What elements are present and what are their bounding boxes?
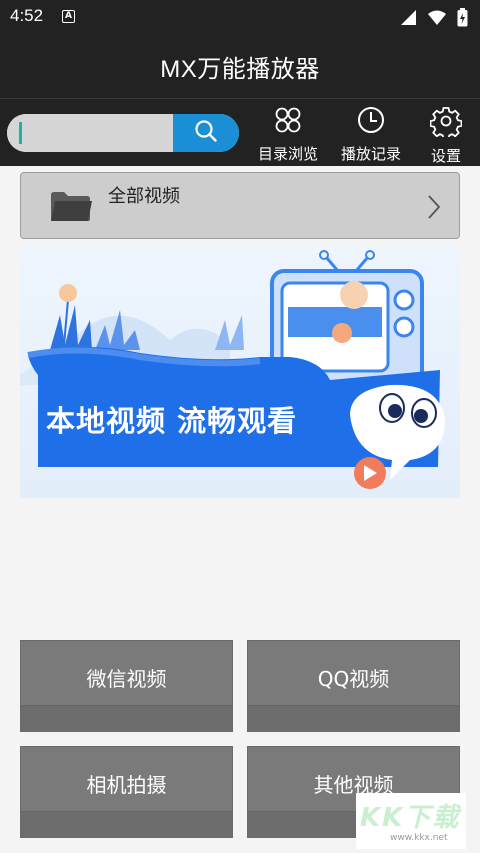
search-icon xyxy=(194,119,218,147)
tile-wechat-videos[interactable]: 微信视频 xyxy=(20,640,233,732)
signal-icon xyxy=(400,9,417,30)
status-bar: 4:52 A xyxy=(0,0,480,34)
play-history-label: 播放记录 xyxy=(340,145,401,163)
tile-qq-videos[interactable]: QQ视频 xyxy=(247,640,460,732)
settings-label: 设置 xyxy=(430,147,461,165)
tile-strip xyxy=(248,705,459,731)
status-time: 4:52 xyxy=(10,6,44,25)
directory-browse-label: 目录浏览 xyxy=(257,145,318,163)
promo-banner[interactable]: 本地视频 流畅观看 xyxy=(20,245,460,498)
status-icons xyxy=(400,8,468,31)
watermark-text: KK下载 xyxy=(360,803,461,833)
battery-icon xyxy=(457,8,468,31)
watermark-logo: KK下载 www.kkx.net xyxy=(356,793,466,849)
app-header: MX万能播放器 xyxy=(0,34,480,98)
all-videos-row[interactable]: 全部视频 xyxy=(20,172,460,239)
settings-button[interactable]: 设置 xyxy=(422,105,470,165)
tile-strip xyxy=(21,811,232,837)
wifi-icon xyxy=(427,9,447,30)
tile-qq-label: QQ视频 xyxy=(317,667,390,691)
all-videos-label: 全部视频 xyxy=(108,186,180,207)
folder-icon xyxy=(49,189,93,227)
app-title: MX万能播放器 xyxy=(160,55,320,83)
search-box xyxy=(7,114,239,152)
clock-icon xyxy=(356,105,386,139)
notification-a-icon: A xyxy=(62,10,75,23)
toolbar: 目录浏览 播放记录 设置 xyxy=(0,98,480,166)
tile-strip xyxy=(21,705,232,731)
gear-icon xyxy=(429,105,463,141)
chevron-right-icon xyxy=(427,194,441,224)
search-input[interactable] xyxy=(7,114,173,152)
tile-wechat-label: 微信视频 xyxy=(86,667,167,691)
banner-illustration xyxy=(20,250,445,489)
banner-slogan: 本地视频 流畅观看 xyxy=(46,404,298,438)
play-history-button[interactable]: 播放记录 xyxy=(337,105,405,163)
directory-browse-button[interactable]: 目录浏览 xyxy=(254,105,322,163)
watermark-url: www.kkx.net xyxy=(390,833,448,843)
tile-camera-videos[interactable]: 相机拍摄 xyxy=(20,746,233,838)
search-button[interactable] xyxy=(173,114,239,152)
text-caret xyxy=(19,122,22,144)
grid-icon xyxy=(273,105,303,139)
tile-camera-label: 相机拍摄 xyxy=(86,773,167,797)
